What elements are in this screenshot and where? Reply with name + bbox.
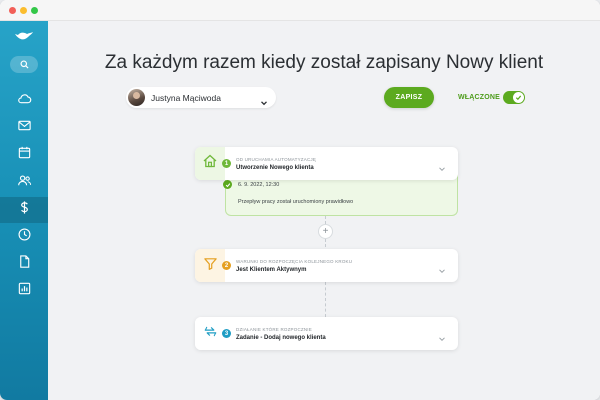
step-number-badge: 3 [222, 329, 231, 338]
connector-line [325, 216, 326, 224]
sidebar [0, 21, 48, 400]
condition-title: Jest Klientem Aktywnym [236, 267, 307, 273]
home-icon [202, 153, 218, 174]
sidebar-search-button[interactable] [10, 56, 38, 73]
main-content: Za każdym razem kiedy został zapisany No… [48, 21, 600, 400]
chevron-down-icon [260, 94, 268, 105]
minimize-window-button[interactable] [20, 7, 27, 14]
chevron-down-icon[interactable] [438, 160, 446, 172]
success-date: 6. 9. 2022, 12:30 [238, 182, 280, 188]
condition-icon-box [195, 249, 225, 282]
sidebar-item-chart[interactable] [0, 278, 48, 304]
step-number-badge: 2 [222, 261, 231, 270]
sidebar-item-calendar[interactable] [0, 142, 48, 168]
title-bar [0, 0, 600, 21]
sidebar-item-clock[interactable] [0, 224, 48, 250]
check-icon [513, 92, 524, 103]
step-number-badge: 1 [222, 159, 231, 168]
sidebar-item-mail[interactable] [0, 115, 48, 141]
sidebar-item-dollar[interactable] [0, 197, 48, 223]
chevron-down-icon[interactable] [438, 330, 446, 342]
save-button[interactable]: ZAPISZ [384, 87, 434, 108]
bird-logo-icon[interactable] [14, 30, 34, 42]
condition-caption: WARUNKI DO ROZPOCZĘCIA KOLEJNEGO KROKU [236, 259, 353, 264]
mail-icon [17, 118, 32, 138]
dollar-icon [17, 200, 32, 220]
trigger-success-panel: 6. 9. 2022, 12:30 Przepływ pracy został … [223, 174, 458, 216]
calendar-icon [17, 145, 32, 165]
clock-icon [17, 227, 32, 247]
check-icon [223, 180, 232, 189]
document-icon [17, 254, 32, 274]
user-select[interactable]: Justyna Mąciwoda [126, 87, 276, 108]
connector-line [325, 282, 326, 317]
trigger-caption: OD URUCHAMIA AUTOMATYZACJĘ [236, 157, 317, 162]
add-step-button[interactable]: + [318, 224, 333, 239]
success-message: Przepływ pracy został uruchomiony prawid… [238, 199, 354, 205]
action-title: Zadanie - Dodaj nowego klienta [236, 335, 326, 341]
condition-card[interactable]: 2 WARUNKI DO ROZPOCZĘCIA KOLEJNEGO KROKU… [195, 249, 458, 282]
search-icon [19, 56, 29, 74]
trigger-card[interactable]: 1 OD URUCHAMIA AUTOMATYZACJĘ Utworzenie … [195, 147, 458, 180]
sidebar-item-users[interactable] [0, 170, 48, 196]
user-name: Justyna Mąciwoda [151, 92, 221, 103]
cloud-icon [17, 91, 32, 111]
chart-icon [17, 281, 32, 301]
enabled-label: WŁĄCZONE [458, 94, 501, 101]
trigger-title: Utworzenie Nowego klienta [236, 165, 314, 171]
enabled-toggle[interactable] [503, 91, 525, 104]
app-window: Za każdym razem kiedy został zapisany No… [0, 0, 600, 400]
users-icon [17, 173, 32, 193]
action-card[interactable]: 3 DZIAŁANIE KTÓRE ROZPOCZNIE Zadanie - D… [195, 317, 458, 350]
connector-line [325, 239, 326, 247]
trigger-icon-box [195, 147, 225, 180]
action-caption: DZIAŁANIE KTÓRE ROZPOCZNIE [236, 327, 312, 332]
filter-icon [203, 256, 218, 276]
maximize-window-button[interactable] [31, 7, 38, 14]
page-title: Za każdym razem kiedy został zapisany No… [104, 52, 544, 73]
transfer-icon [203, 324, 218, 344]
action-icon-box [195, 317, 225, 350]
close-window-button[interactable] [9, 7, 16, 14]
chevron-down-icon[interactable] [438, 262, 446, 274]
sidebar-item-document[interactable] [0, 251, 48, 277]
avatar [128, 89, 145, 106]
sidebar-item-cloud[interactable] [0, 88, 48, 114]
